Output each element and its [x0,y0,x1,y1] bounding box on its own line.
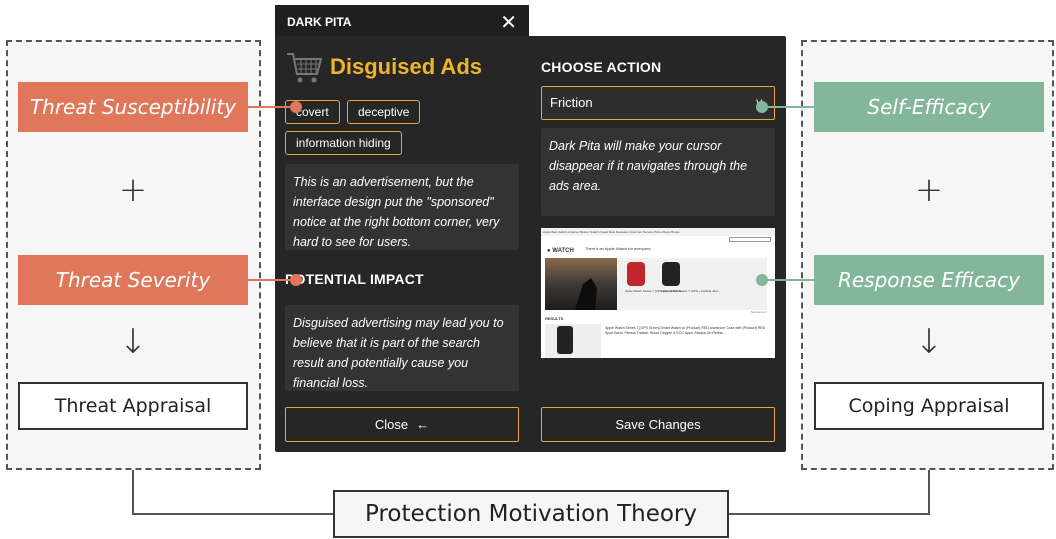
impact-heading: POTENTIAL IMPACT [285,271,424,287]
action-heading: CHOOSE ACTION [541,59,662,75]
preview-beach-photo [545,258,617,310]
preview-sponsored: Sponsored [751,310,766,314]
self-efficacy-dot [756,101,768,113]
response-efficacy-label: Response Efficacy [837,268,1021,292]
preview-brand: ● WATCH [547,248,574,254]
response-efficacy-dot [756,274,768,286]
window-titlebar: DARK PITA ✕ [275,5,529,39]
preview-result-image [545,324,601,358]
action-select[interactable]: Friction ∨ [541,86,775,120]
response-efficacy-connector [762,279,814,281]
pattern-title: Disguised Ads [330,54,482,79]
susceptibility-connector [248,106,296,108]
impact-text: Disguised advertising may lead you to be… [285,305,519,391]
threat-susceptibility-box: Threat Susceptibility [18,82,248,132]
coping-appraisal-box: Coping Appraisal [814,382,1044,430]
preview-nav: Apple Best Sellers Amazon Basics Today's… [541,228,775,236]
severity-connector [248,279,296,281]
threat-severity-box: Threat Severity [18,255,248,305]
coping-appraisal-label: Coping Appraisal [848,395,1010,417]
preview-search [729,237,771,242]
plus-symbol-left: + [118,170,148,210]
shopping-cart-icon [287,53,323,83]
threat-severity-label: Threat Severity [55,268,211,292]
result-watch-icon [557,326,573,354]
arrow-left-icon: ← [416,417,430,432]
preview-results-label: RESULTS [545,316,564,321]
self-efficacy-connector [762,106,814,108]
preview-tagline: There's an Apple Watch for everyone. [585,246,652,251]
protection-motivation-theory-box: Protection Motivation Theory [333,490,729,538]
down-arrow-right: ↓ [914,322,944,362]
self-efficacy-box: Self-Efficacy [814,82,1044,132]
plus-symbol-right: + [914,170,944,210]
black-watch-icon [662,262,680,286]
pattern-description: This is an advertisement, but the interf… [285,164,519,250]
right-bracket-connector [728,470,930,515]
preview-result-title: Apple Watch Series 7 [GPS 41mm] Smart Wa… [605,326,766,335]
severity-dot [290,274,302,286]
ad-screenshot-preview: Apple Best Sellers Amazon Basics Today's… [541,228,775,358]
save-changes-button[interactable]: Save Changes [541,407,775,442]
threat-appraisal-box: Threat Appraisal [18,382,248,430]
preview-product-2: Apple Watch Series 7 (GPS + Cellular 41m… [661,289,721,293]
response-efficacy-box: Response Efficacy [814,255,1044,305]
dark-pita-window: Disguised Ads covert deceptive informati… [275,36,786,452]
threat-appraisal-label: Threat Appraisal [54,395,212,417]
apple-logo-icon: ● [547,248,551,254]
tag-information-hiding: information hiding [285,131,402,155]
left-bracket-connector [132,470,334,515]
app-name: DARK PITA [287,15,352,29]
susceptibility-dot [290,101,302,113]
close-icon[interactable]: ✕ [500,10,517,35]
tag-deceptive: deceptive [347,100,421,124]
threat-susceptibility-label: Threat Susceptibility [29,95,237,119]
action-select-value: Friction [550,95,593,110]
close-button[interactable]: Close ← [285,407,519,442]
self-efficacy-label: Self-Efficacy [867,95,991,119]
down-arrow-left: ↓ [118,322,148,362]
action-description: Dark Pita will make your cursor disappea… [541,128,775,216]
theory-label: Protection Motivation Theory [365,501,697,527]
red-watch-icon [627,262,645,286]
